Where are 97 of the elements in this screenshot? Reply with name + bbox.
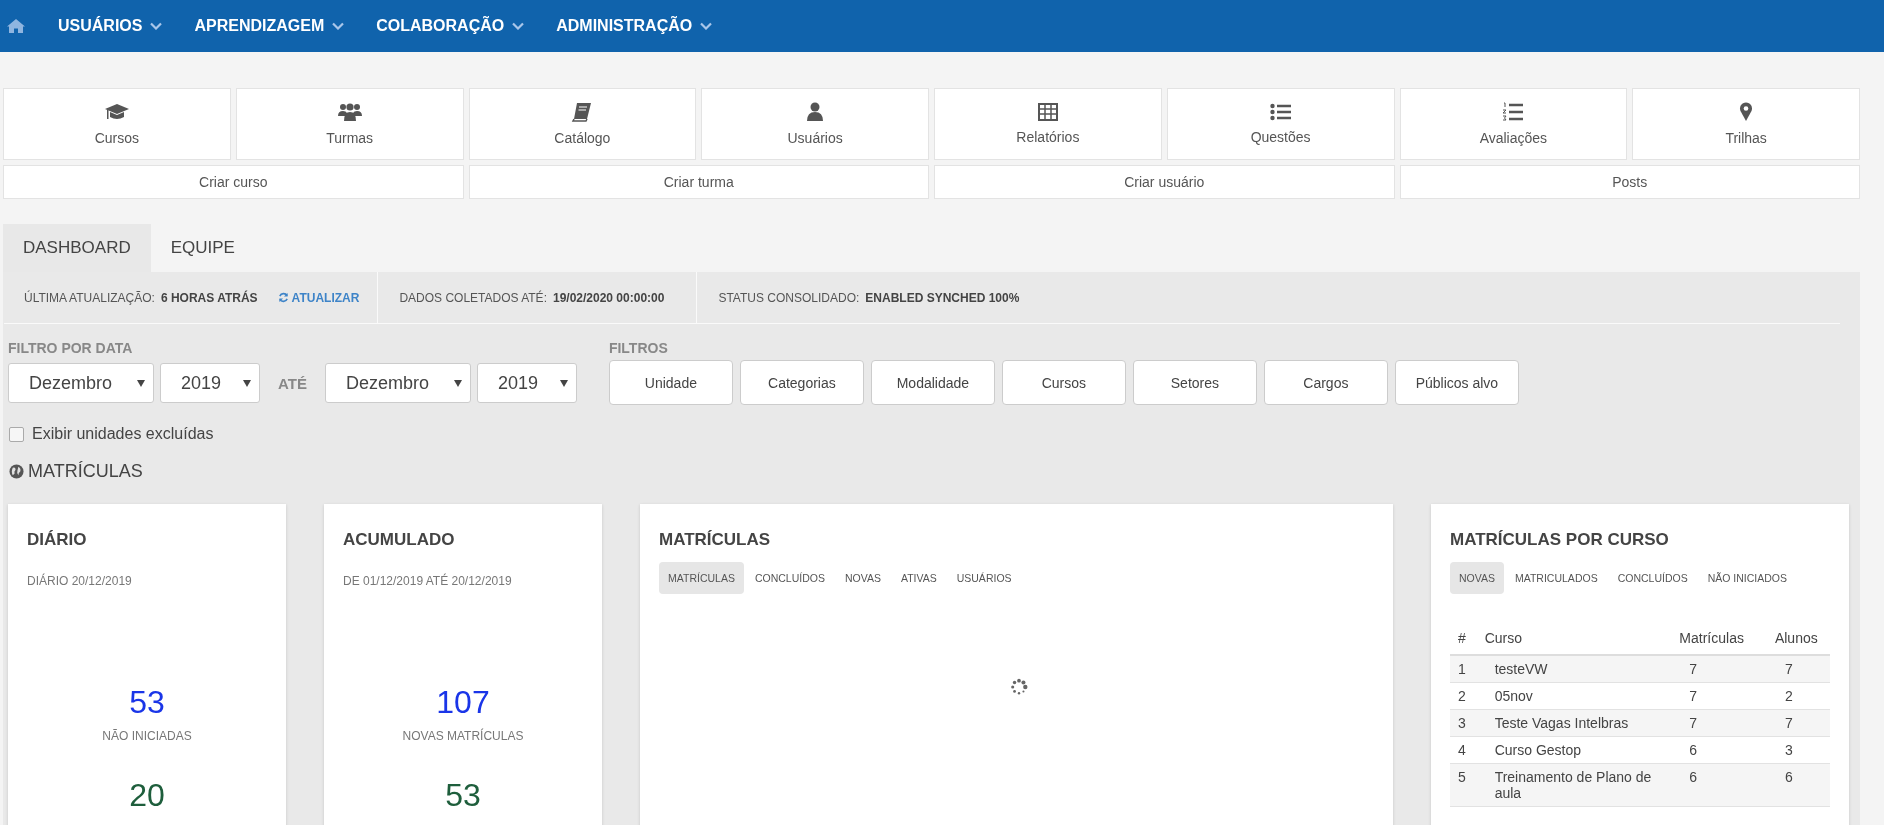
- card-title: ACUMULADO: [343, 530, 456, 550]
- book-icon: [571, 102, 594, 122]
- metric-label: NOVAS MATRÍCULAS: [401, 729, 525, 743]
- checkbox-label: Exibir unidades excluídas: [32, 425, 214, 443]
- list-icon: [1269, 103, 1292, 121]
- shortcut-tile[interactable]: Relatórios: [934, 88, 1162, 160]
- shortcut-tile[interactable]: Catálogo: [468, 88, 697, 160]
- shortcut-tile[interactable]: Avaliações: [1399, 88, 1628, 160]
- table-cell: 5: [1450, 763, 1483, 807]
- nav-menu-item[interactable]: ADMINISTRAÇÃO: [556, 17, 713, 35]
- month-select[interactable]: Dezembro: [8, 363, 154, 403]
- refresh-icon: [277, 292, 289, 303]
- chart-tab[interactable]: NOVAS: [835, 562, 890, 594]
- shortcut-tile[interactable]: Trilhas: [1632, 88, 1860, 160]
- table-cell: 1: [1450, 655, 1483, 683]
- filter-button[interactable]: Cargos: [1263, 360, 1388, 405]
- table-cell: Curso Gestop: [1482, 736, 1678, 764]
- table-cell: 3: [1450, 709, 1483, 737]
- table-cell: 6: [1677, 763, 1773, 807]
- chevron-down-icon: [150, 22, 163, 30]
- table-cell: 7: [1677, 655, 1773, 683]
- filter-button[interactable]: Unidade: [608, 360, 733, 405]
- range-separator: ATÉ: [278, 374, 307, 392]
- shortcut-tile[interactable]: Usuários: [701, 88, 929, 160]
- chart-tab[interactable]: USUÁRIOS: [947, 562, 1021, 594]
- table-cell: 7: [1772, 655, 1830, 683]
- action-button[interactable]: Criar usuário: [934, 165, 1395, 199]
- table-cell: 7: [1677, 709, 1773, 737]
- section-title: MATRÍCULAS: [28, 461, 143, 482]
- action-button[interactable]: Posts: [1399, 165, 1860, 199]
- chart-tab[interactable]: ATIVAS: [891, 562, 946, 594]
- filter-label: FILTROS: [608, 340, 669, 356]
- table-cell: Teste Vagas Intelbras: [1482, 709, 1678, 737]
- filter-button[interactable]: Públicos alvo: [1394, 360, 1519, 405]
- table-tab[interactable]: NOVAS: [1450, 562, 1504, 594]
- table-icon: [1037, 103, 1058, 121]
- numbered-list-icon: [1502, 102, 1525, 122]
- year-select[interactable]: 2019: [160, 363, 260, 403]
- action-button[interactable]: Criar turma: [468, 165, 929, 199]
- info-label: DADOS COLETADOS ATÉ:: [399, 290, 547, 305]
- metric-label: NÃO INICIADAS: [101, 729, 193, 743]
- info-label: ÚLTIMA ATUALIZAÇÃO:: [24, 290, 155, 305]
- table-cell: 2: [1772, 682, 1830, 710]
- table-cell: 2: [1450, 682, 1483, 710]
- shortcut-tile[interactable]: Questões: [1166, 88, 1395, 160]
- table-cell: testeVW: [1482, 655, 1678, 683]
- action-button[interactable]: Criar curso: [3, 165, 464, 199]
- metric-value: 53: [444, 777, 482, 814]
- shortcut-tile[interactable]: Turmas: [235, 88, 464, 160]
- tab[interactable]: EQUIPE: [150, 224, 255, 272]
- info-value: 19/02/2020 00:00:00: [552, 290, 665, 305]
- metric-value: 107: [435, 684, 491, 721]
- home-icon[interactable]: [6, 18, 26, 34]
- table-tab[interactable]: NÃO INICIADOS: [1698, 562, 1796, 594]
- users-icon: [336, 102, 363, 122]
- filter-button[interactable]: Modalidade: [870, 360, 995, 405]
- filter-label: FILTRO POR DATA: [8, 340, 134, 356]
- user-icon: [806, 102, 825, 122]
- month-select[interactable]: Dezembro: [324, 363, 471, 403]
- table-tab[interactable]: MATRICULADOS: [1506, 562, 1607, 594]
- info-value: 6 HORAS ATRÁS: [160, 290, 258, 305]
- table-tab[interactable]: CONCLUÍDOS: [1608, 562, 1697, 594]
- nav-menu-item[interactable]: APRENDIZAGEM: [194, 17, 345, 35]
- table-cell: 05nov: [1482, 682, 1678, 710]
- year-select[interactable]: 2019: [476, 363, 577, 403]
- checkbox[interactable]: [9, 426, 24, 442]
- info-label: STATUS CONSOLIDADO:: [718, 290, 860, 305]
- nav-menu-item[interactable]: COLABORAÇÃO: [376, 17, 525, 35]
- tab[interactable]: DASHBOARD: [3, 224, 151, 272]
- filter-button[interactable]: Setores: [1132, 360, 1257, 405]
- chevron-down-icon: [332, 22, 345, 30]
- card-title: DIÁRIO: [27, 530, 88, 550]
- table-cell: 6: [1772, 763, 1830, 807]
- globe-icon: [9, 464, 24, 479]
- shortcut-tile[interactable]: Cursos: [3, 88, 231, 160]
- metric-value: 20: [128, 777, 166, 814]
- map-pin-icon: [1739, 102, 1754, 122]
- card-subtitle: DE 01/12/2019 ATÉ 20/12/2019: [343, 574, 513, 588]
- table-cell: Treinamento de Plano de aula: [1482, 763, 1678, 807]
- table-cell: 7: [1677, 682, 1773, 710]
- table-cell: 6: [1677, 736, 1773, 764]
- table-cell: 3: [1772, 736, 1830, 764]
- filter-button[interactable]: Categorias: [739, 360, 864, 405]
- card-title: MATRÍCULAS POR CURSO: [1450, 530, 1670, 550]
- graduation-cap-icon: [103, 102, 130, 122]
- nav-menu-item[interactable]: USUÁRIOS: [58, 17, 163, 35]
- table-cell: 7: [1772, 709, 1830, 737]
- chart-tab[interactable]: MATRÍCULAS: [659, 562, 744, 594]
- chevron-down-icon: [700, 22, 713, 30]
- chart-tab[interactable]: CONCLUÍDOS: [745, 562, 834, 594]
- chevron-down-icon: [512, 22, 525, 30]
- info-value: ENABLED SYNCHED 100%: [865, 290, 1020, 305]
- card-title: MATRÍCULAS: [659, 530, 772, 550]
- filter-button[interactable]: Cursos: [1001, 360, 1126, 405]
- metric-value: 53: [128, 684, 166, 721]
- card-subtitle: DIÁRIO 20/12/2019: [27, 574, 133, 588]
- table-cell: 4: [1450, 736, 1483, 764]
